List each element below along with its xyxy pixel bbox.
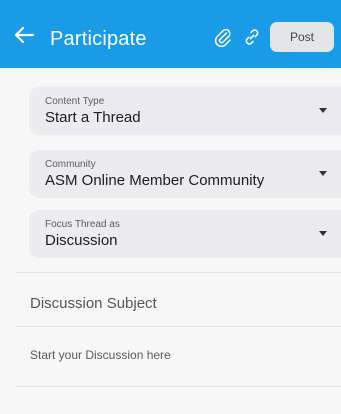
content-type-label: Content Type (45, 96, 105, 107)
content-type-select[interactable]: Content Type Start a Thread (29, 87, 341, 135)
post-button[interactable]: Post (270, 22, 334, 52)
link-icon (245, 29, 259, 45)
page-title: Participate (50, 28, 147, 50)
paperclip-icon (214, 28, 231, 47)
back-button[interactable] (9, 20, 39, 50)
attach-button[interactable] (213, 26, 233, 48)
content-type-value: Start a Thread (45, 109, 141, 126)
community-select[interactable]: Community ASM Online Member Community (29, 150, 341, 198)
focus-thread-select[interactable]: Focus Thread as Discussion (29, 210, 341, 258)
divider (16, 326, 341, 327)
focus-thread-value: Discussion (45, 232, 118, 249)
link-button[interactable] (242, 27, 262, 47)
discussion-subject-input[interactable]: Discussion Subject (30, 295, 157, 312)
community-label: Community (45, 159, 96, 170)
dropdown-caret-icon (319, 171, 327, 176)
divider (16, 386, 341, 387)
dropdown-caret-icon (319, 231, 327, 236)
community-value: ASM Online Member Community (45, 172, 265, 189)
arrow-left-icon (14, 26, 35, 44)
app-bar: Participate Post (0, 0, 341, 68)
focus-thread-label: Focus Thread as (45, 219, 120, 230)
dropdown-caret-icon (319, 108, 327, 113)
divider (16, 272, 341, 273)
discussion-body-input[interactable]: Start your Discussion here (30, 348, 171, 362)
